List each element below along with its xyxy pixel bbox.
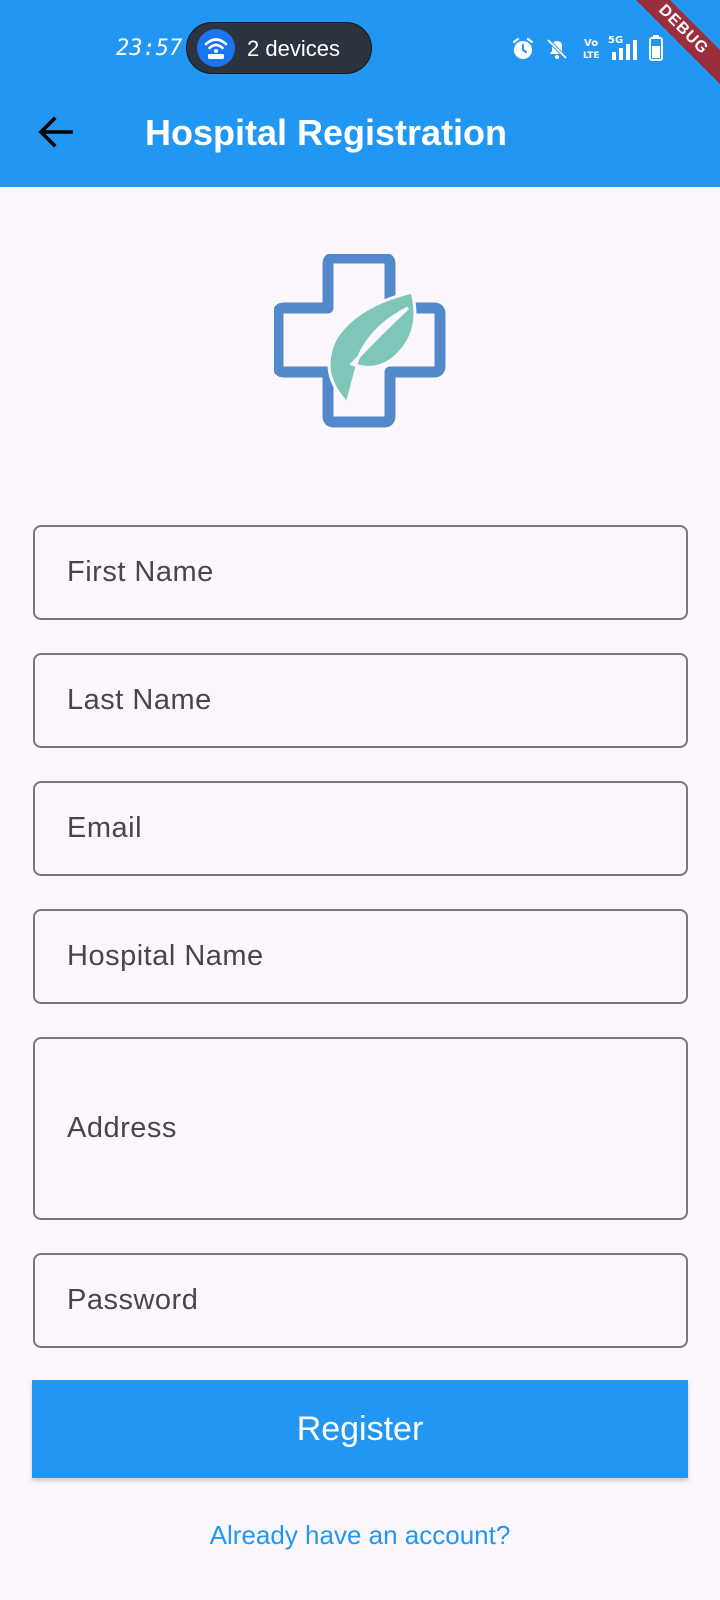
last-name-field[interactable]: Last Name <box>33 653 688 748</box>
svg-text:5G: 5G <box>608 35 623 46</box>
login-link[interactable]: Already have an account? <box>0 1520 720 1551</box>
status-time: 23:57 <box>116 36 183 61</box>
mute-icon <box>546 38 568 60</box>
email-label: Email <box>67 812 143 844</box>
hotspot-icon <box>197 29 235 67</box>
volte-icon: Vo LTE <box>583 38 600 61</box>
svg-text:LTE: LTE <box>583 51 600 61</box>
register-button[interactable]: Register <box>32 1380 688 1478</box>
first-name-field[interactable]: First Name <box>33 525 688 620</box>
email-field[interactable]: Email <box>33 781 688 876</box>
page-title: Hospital Registration <box>145 112 508 153</box>
app-bar: 23:57 2 devices Vo LTE 5G DEBUG Hospital… <box>0 0 720 187</box>
status-icons: Vo LTE 5G <box>508 32 678 66</box>
hotspot-indicator[interactable]: 2 devices <box>186 22 372 74</box>
alarm-icon <box>512 37 534 59</box>
address-field[interactable]: Address <box>33 1037 688 1220</box>
last-name-label: Last Name <box>67 684 212 716</box>
svg-text:Vo: Vo <box>584 38 598 49</box>
first-name-label: First Name <box>67 556 214 588</box>
hotspot-label: 2 devices <box>247 36 340 61</box>
password-field[interactable]: Password <box>33 1253 688 1348</box>
hospital-name-label: Hospital Name <box>67 940 264 972</box>
address-label: Address <box>67 1112 177 1144</box>
back-button[interactable] <box>30 106 82 158</box>
password-label: Password <box>67 1284 199 1316</box>
battery-icon <box>649 35 663 61</box>
medical-cross-leaf-logo <box>272 252 446 430</box>
register-button-label: Register <box>296 1410 424 1448</box>
arrow-left-icon <box>38 116 73 148</box>
5g-signal-icon: 5G <box>608 35 637 60</box>
hospital-name-field[interactable]: Hospital Name <box>33 909 688 1004</box>
